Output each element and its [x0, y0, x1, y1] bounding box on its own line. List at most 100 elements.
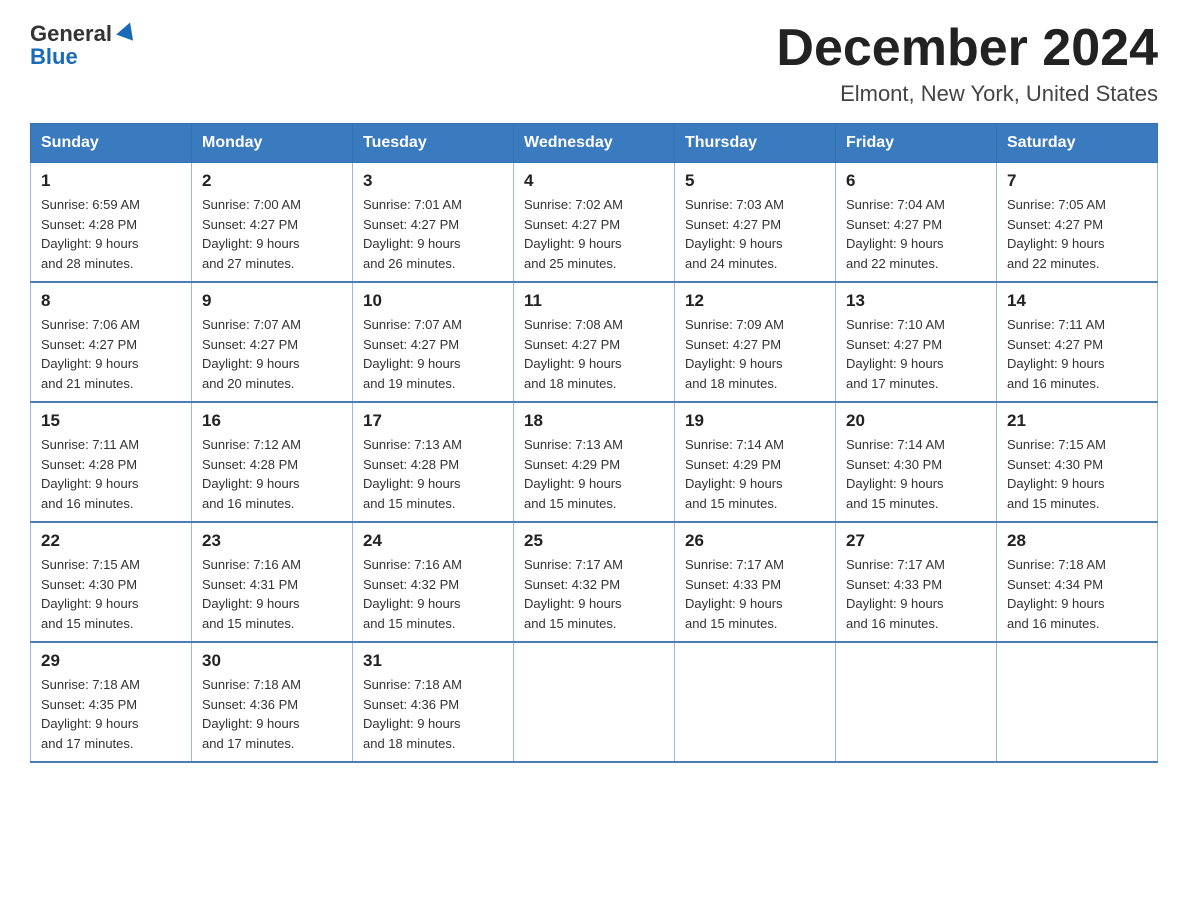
table-row: 20 Sunrise: 7:14 AMSunset: 4:30 PMDaylig… [836, 402, 997, 522]
table-row: 18 Sunrise: 7:13 AMSunset: 4:29 PMDaylig… [514, 402, 675, 522]
calendar-week-row: 22 Sunrise: 7:15 AMSunset: 4:30 PMDaylig… [31, 522, 1158, 642]
day-info: Sunrise: 7:11 AMSunset: 4:27 PMDaylight:… [1007, 315, 1147, 393]
table-row: 30 Sunrise: 7:18 AMSunset: 4:36 PMDaylig… [192, 642, 353, 762]
day-info: Sunrise: 7:09 AMSunset: 4:27 PMDaylight:… [685, 315, 825, 393]
day-number: 2 [202, 171, 342, 191]
day-info: Sunrise: 7:18 AMSunset: 4:36 PMDaylight:… [363, 675, 503, 753]
day-info: Sunrise: 7:17 AMSunset: 4:33 PMDaylight:… [685, 555, 825, 633]
table-row: 9 Sunrise: 7:07 AMSunset: 4:27 PMDayligh… [192, 282, 353, 402]
calendar-week-row: 29 Sunrise: 7:18 AMSunset: 4:35 PMDaylig… [31, 642, 1158, 762]
day-info: Sunrise: 7:13 AMSunset: 4:29 PMDaylight:… [524, 435, 664, 513]
header-sunday: Sunday [31, 124, 192, 163]
table-row: 15 Sunrise: 7:11 AMSunset: 4:28 PMDaylig… [31, 402, 192, 522]
day-number: 17 [363, 411, 503, 431]
table-row: 23 Sunrise: 7:16 AMSunset: 4:31 PMDaylig… [192, 522, 353, 642]
page-subtitle: Elmont, New York, United States [776, 81, 1158, 107]
day-number: 21 [1007, 411, 1147, 431]
table-row: 17 Sunrise: 7:13 AMSunset: 4:28 PMDaylig… [353, 402, 514, 522]
day-info: Sunrise: 7:16 AMSunset: 4:31 PMDaylight:… [202, 555, 342, 633]
calendar-week-row: 1 Sunrise: 6:59 AMSunset: 4:28 PMDayligh… [31, 163, 1158, 283]
day-info: Sunrise: 7:11 AMSunset: 4:28 PMDaylight:… [41, 435, 181, 513]
day-info: Sunrise: 7:06 AMSunset: 4:27 PMDaylight:… [41, 315, 181, 393]
day-number: 16 [202, 411, 342, 431]
day-number: 19 [685, 411, 825, 431]
table-row: 29 Sunrise: 7:18 AMSunset: 4:35 PMDaylig… [31, 642, 192, 762]
day-info: Sunrise: 7:07 AMSunset: 4:27 PMDaylight:… [202, 315, 342, 393]
day-info: Sunrise: 7:05 AMSunset: 4:27 PMDaylight:… [1007, 195, 1147, 273]
table-row: 8 Sunrise: 7:06 AMSunset: 4:27 PMDayligh… [31, 282, 192, 402]
day-number: 14 [1007, 291, 1147, 311]
table-row: 2 Sunrise: 7:00 AMSunset: 4:27 PMDayligh… [192, 163, 353, 283]
day-info: Sunrise: 7:13 AMSunset: 4:28 PMDaylight:… [363, 435, 503, 513]
logo-triangle-icon [116, 20, 138, 42]
table-row: 25 Sunrise: 7:17 AMSunset: 4:32 PMDaylig… [514, 522, 675, 642]
day-info: Sunrise: 7:14 AMSunset: 4:29 PMDaylight:… [685, 435, 825, 513]
day-number: 13 [846, 291, 986, 311]
table-row: 16 Sunrise: 7:12 AMSunset: 4:28 PMDaylig… [192, 402, 353, 522]
day-number: 31 [363, 651, 503, 671]
day-info: Sunrise: 7:04 AMSunset: 4:27 PMDaylight:… [846, 195, 986, 273]
day-info: Sunrise: 7:18 AMSunset: 4:36 PMDaylight:… [202, 675, 342, 753]
table-row [514, 642, 675, 762]
day-number: 28 [1007, 531, 1147, 551]
table-row: 24 Sunrise: 7:16 AMSunset: 4:32 PMDaylig… [353, 522, 514, 642]
table-row: 28 Sunrise: 7:18 AMSunset: 4:34 PMDaylig… [997, 522, 1158, 642]
day-info: Sunrise: 7:18 AMSunset: 4:34 PMDaylight:… [1007, 555, 1147, 633]
day-info: Sunrise: 7:14 AMSunset: 4:30 PMDaylight:… [846, 435, 986, 513]
day-number: 15 [41, 411, 181, 431]
day-info: Sunrise: 7:16 AMSunset: 4:32 PMDaylight:… [363, 555, 503, 633]
day-info: Sunrise: 6:59 AMSunset: 4:28 PMDaylight:… [41, 195, 181, 273]
table-row: 6 Sunrise: 7:04 AMSunset: 4:27 PMDayligh… [836, 163, 997, 283]
day-number: 11 [524, 291, 664, 311]
day-info: Sunrise: 7:08 AMSunset: 4:27 PMDaylight:… [524, 315, 664, 393]
day-number: 7 [1007, 171, 1147, 191]
table-row: 4 Sunrise: 7:02 AMSunset: 4:27 PMDayligh… [514, 163, 675, 283]
calendar-week-row: 15 Sunrise: 7:11 AMSunset: 4:28 PMDaylig… [31, 402, 1158, 522]
table-row [836, 642, 997, 762]
table-row: 21 Sunrise: 7:15 AMSunset: 4:30 PMDaylig… [997, 402, 1158, 522]
day-number: 25 [524, 531, 664, 551]
day-info: Sunrise: 7:07 AMSunset: 4:27 PMDaylight:… [363, 315, 503, 393]
day-number: 9 [202, 291, 342, 311]
table-row: 7 Sunrise: 7:05 AMSunset: 4:27 PMDayligh… [997, 163, 1158, 283]
table-row: 22 Sunrise: 7:15 AMSunset: 4:30 PMDaylig… [31, 522, 192, 642]
table-row: 31 Sunrise: 7:18 AMSunset: 4:36 PMDaylig… [353, 642, 514, 762]
day-info: Sunrise: 7:10 AMSunset: 4:27 PMDaylight:… [846, 315, 986, 393]
table-row: 5 Sunrise: 7:03 AMSunset: 4:27 PMDayligh… [675, 163, 836, 283]
day-number: 8 [41, 291, 181, 311]
title-area: December 2024 Elmont, New York, United S… [776, 20, 1158, 107]
day-number: 26 [685, 531, 825, 551]
page-title: December 2024 [776, 20, 1158, 77]
day-number: 10 [363, 291, 503, 311]
page-header: General Blue December 2024 Elmont, New Y… [30, 20, 1158, 107]
day-info: Sunrise: 7:02 AMSunset: 4:27 PMDaylight:… [524, 195, 664, 273]
table-row: 1 Sunrise: 6:59 AMSunset: 4:28 PMDayligh… [31, 163, 192, 283]
day-info: Sunrise: 7:15 AMSunset: 4:30 PMDaylight:… [1007, 435, 1147, 513]
header-thursday: Thursday [675, 124, 836, 163]
day-info: Sunrise: 7:17 AMSunset: 4:32 PMDaylight:… [524, 555, 664, 633]
table-row [997, 642, 1158, 762]
day-number: 4 [524, 171, 664, 191]
header-monday: Monday [192, 124, 353, 163]
day-number: 29 [41, 651, 181, 671]
day-info: Sunrise: 7:18 AMSunset: 4:35 PMDaylight:… [41, 675, 181, 753]
table-row: 3 Sunrise: 7:01 AMSunset: 4:27 PMDayligh… [353, 163, 514, 283]
calendar-week-row: 8 Sunrise: 7:06 AMSunset: 4:27 PMDayligh… [31, 282, 1158, 402]
day-info: Sunrise: 7:12 AMSunset: 4:28 PMDaylight:… [202, 435, 342, 513]
header-tuesday: Tuesday [353, 124, 514, 163]
table-row: 19 Sunrise: 7:14 AMSunset: 4:29 PMDaylig… [675, 402, 836, 522]
header-friday: Friday [836, 124, 997, 163]
header-wednesday: Wednesday [514, 124, 675, 163]
day-number: 27 [846, 531, 986, 551]
table-row: 12 Sunrise: 7:09 AMSunset: 4:27 PMDaylig… [675, 282, 836, 402]
day-info: Sunrise: 7:03 AMSunset: 4:27 PMDaylight:… [685, 195, 825, 273]
day-number: 20 [846, 411, 986, 431]
table-row: 26 Sunrise: 7:17 AMSunset: 4:33 PMDaylig… [675, 522, 836, 642]
day-number: 1 [41, 171, 181, 191]
day-number: 24 [363, 531, 503, 551]
logo: General Blue [30, 20, 138, 70]
calendar-header-row: Sunday Monday Tuesday Wednesday Thursday… [31, 124, 1158, 163]
day-number: 23 [202, 531, 342, 551]
header-saturday: Saturday [997, 124, 1158, 163]
day-number: 6 [846, 171, 986, 191]
